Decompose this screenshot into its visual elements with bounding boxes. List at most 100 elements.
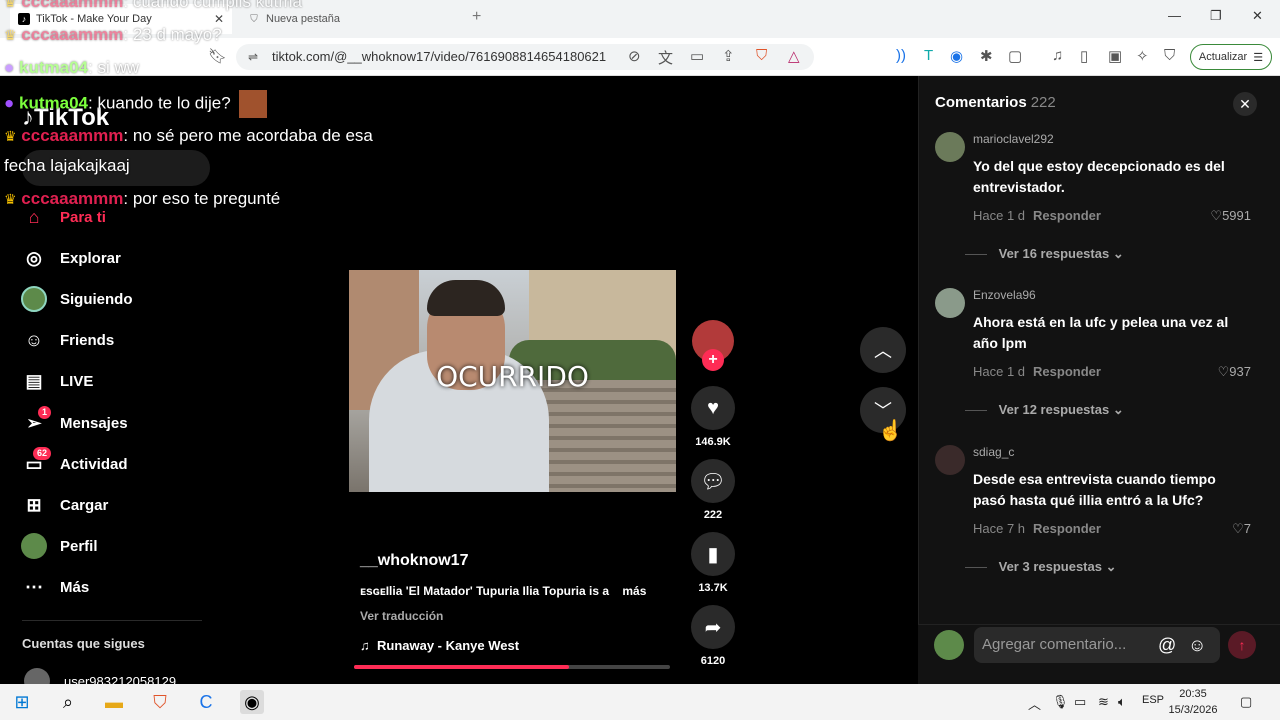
audio-icon[interactable]: )) (896, 47, 906, 64)
mention-icon[interactable]: @ (1158, 627, 1176, 663)
comments-title: Comentarios 222 (935, 94, 1056, 111)
clock[interactable]: 20:35 15/3/2026 (1168, 686, 1218, 718)
video-author[interactable]: __whoknow17 (360, 552, 468, 570)
translate-icon[interactable]: 文 (658, 47, 673, 68)
view-replies-label: Ver 12 respuestas (998, 402, 1110, 417)
messages-icon: ➢ 1 (20, 406, 51, 437)
reply-button[interactable]: Responder (1033, 521, 1101, 536)
bookmark-icon[interactable]: 🔖︎ (208, 47, 227, 65)
translate-link[interactable]: Ver traducción (360, 609, 443, 623)
avatar[interactable] (935, 445, 965, 475)
bookmark-icon[interactable]: ▮ (691, 532, 735, 576)
microphone-icon[interactable]: 🎙︎ (1052, 694, 1069, 710)
comment-action[interactable]: 💬︎ 222 (690, 459, 736, 521)
reply-button[interactable]: Responder (1033, 208, 1101, 223)
view-replies-button[interactable]: Ver 3 respuestas ⌄ (995, 559, 1117, 575)
notifications-icon[interactable]: ▢ (1240, 694, 1252, 710)
nav-live[interactable]: ▤ LIVE (20, 366, 93, 396)
more-link[interactable]: más (622, 584, 646, 598)
restore-icon[interactable]: ❐ (1210, 8, 1222, 24)
comment-likes[interactable]: ♡937 (1218, 364, 1251, 380)
cast-icon[interactable]: ▭ (690, 47, 704, 65)
chat-username: kutma04 (19, 58, 88, 77)
vpn-icon[interactable]: ⛉ (1164, 47, 1175, 64)
sidebar-icon[interactable]: ▯ (1080, 47, 1088, 65)
minimize-icon[interactable]: — (1168, 8, 1181, 23)
comment-likes[interactable]: ♡5991 (1210, 208, 1251, 224)
following-avatar-icon (20, 285, 48, 313)
nav-siguiendo[interactable]: Siguiendo (20, 284, 133, 314)
previous-video-button[interactable]: ︿ (860, 327, 906, 373)
nav-mas[interactable]: ⋯ Más (20, 572, 89, 602)
chat-text: : kuando te lo dije? (88, 93, 231, 113)
comment-likes[interactable]: ♡7 (1232, 521, 1251, 537)
share-action[interactable]: ➦ 6120 (690, 605, 736, 667)
nav-mensajes[interactable]: ➢ 1 Mensajes (20, 406, 128, 438)
comment-icon[interactable]: 💬︎ (691, 459, 735, 503)
update-button[interactable]: Actualizar ☰ (1190, 44, 1272, 70)
nav-actividad[interactable]: ▭ 62 Actividad (20, 447, 128, 479)
share-arrow-icon[interactable]: ➦ (691, 605, 735, 649)
follow-plus-button[interactable]: + (702, 349, 724, 371)
leo-ai-icon[interactable]: ✧ (1136, 47, 1149, 65)
comment-username[interactable]: sdiag_c (973, 445, 1014, 459)
wallet-icon[interactable]: ▣ (1108, 47, 1122, 65)
timer-ext-icon[interactable]: ◉ (950, 47, 963, 65)
reply-button[interactable]: Responder (1033, 364, 1101, 379)
music-icon[interactable]: ♫ (1052, 47, 1063, 64)
view-replies-button[interactable]: Ver 16 respuestas ⌄ (995, 246, 1124, 262)
nav-explorar[interactable]: ◎ Explorar (20, 243, 121, 273)
brave-browser-icon[interactable]: ⛉ (148, 690, 172, 714)
like-action[interactable]: ♥ 146.9K (690, 386, 736, 448)
chat-username: cccaaammm (21, 126, 124, 145)
video-player[interactable]: OCURRIDO (349, 270, 676, 492)
windows-start-icon[interactable]: ⊞ (10, 690, 34, 714)
heart-icon[interactable]: ♥ (691, 386, 735, 430)
new-tab-button[interactable]: + (472, 8, 481, 26)
close-tab-icon[interactable]: ✕ (214, 12, 224, 26)
nav-friends[interactable]: ☺ Friends (20, 325, 114, 355)
comment-username[interactable]: Enzovela96 (973, 288, 1036, 302)
video-description: ᴇsɢᴇIlia 'El Matador' Tupuria Ilia Topur… (360, 584, 646, 598)
nav-perfil[interactable]: Perfil (20, 531, 98, 561)
comment-username[interactable]: marioclavel292 (973, 132, 1054, 146)
chat-text: fecha lajakajkaaj (4, 156, 130, 175)
view-replies-button[interactable]: Ver 12 respuestas ⌄ (995, 402, 1124, 418)
nav-label: Siguiendo (60, 290, 133, 308)
upload-icon: ⊞ (26, 494, 42, 515)
music-link[interactable]: ♫ Runaway - Kanye West (360, 638, 519, 653)
file-explorer-icon[interactable]: ▬ (102, 690, 126, 714)
show-hidden-icons[interactable]: ︿ (1028, 694, 1041, 713)
close-comments-button[interactable]: ✕ (1233, 92, 1257, 116)
nav-cargar[interactable]: ⊞ Cargar (20, 490, 108, 520)
window-close-icon[interactable]: ✕ (1252, 8, 1263, 24)
site-settings-icon[interactable]: ⇌ (248, 44, 258, 70)
comment-input[interactable]: Agregar comentario... @ ☺ (974, 627, 1220, 663)
no-sync-icon[interactable]: ⊘ (628, 47, 641, 65)
emoji-icon[interactable]: ☺ (1188, 627, 1206, 663)
battery-icon[interactable]: ▭ (1074, 694, 1086, 710)
brave-shield-icon[interactable]: ⛉ (756, 47, 767, 64)
volume-icon[interactable]: 🔈︎ (1118, 694, 1126, 710)
brave-rewards-icon[interactable]: △ (788, 47, 800, 65)
save-action[interactable]: ▮ 13.7K (690, 532, 736, 594)
comment-meta: Hace 7 h Responder (973, 521, 1101, 536)
screenshot-icon[interactable]: ▢ (1008, 47, 1022, 65)
tab-title: Nueva pestaña (266, 13, 340, 25)
extensions-icon[interactable]: ✱ (980, 47, 993, 65)
avatar[interactable] (935, 132, 965, 162)
video-progress-bar[interactable] (354, 665, 670, 669)
comment-composer: Agregar comentario... @ ☺ ↑ (918, 624, 1280, 684)
search-icon[interactable]: ⌕ (56, 690, 80, 714)
translator-ext-icon[interactable]: T (924, 47, 933, 64)
share-icon[interactable]: ⇪ (722, 47, 735, 65)
wifi-icon[interactable]: ≋ (1098, 694, 1109, 710)
send-comment-button[interactable]: ↑ (1228, 631, 1256, 659)
recorder-app-icon[interactable]: ◉ (240, 690, 264, 714)
chat-message: ♛ cccaaammm: cuando cumplis kutma (4, 0, 302, 12)
language-indicator[interactable]: ESP (1142, 694, 1164, 706)
avatar[interactable] (935, 288, 965, 318)
comments-panel: Comentarios 222 ✕ marioclavel292 Yo del q… (918, 76, 1280, 684)
ccleaner-icon[interactable]: C (194, 690, 218, 714)
live-icon: ▤ (25, 370, 43, 391)
